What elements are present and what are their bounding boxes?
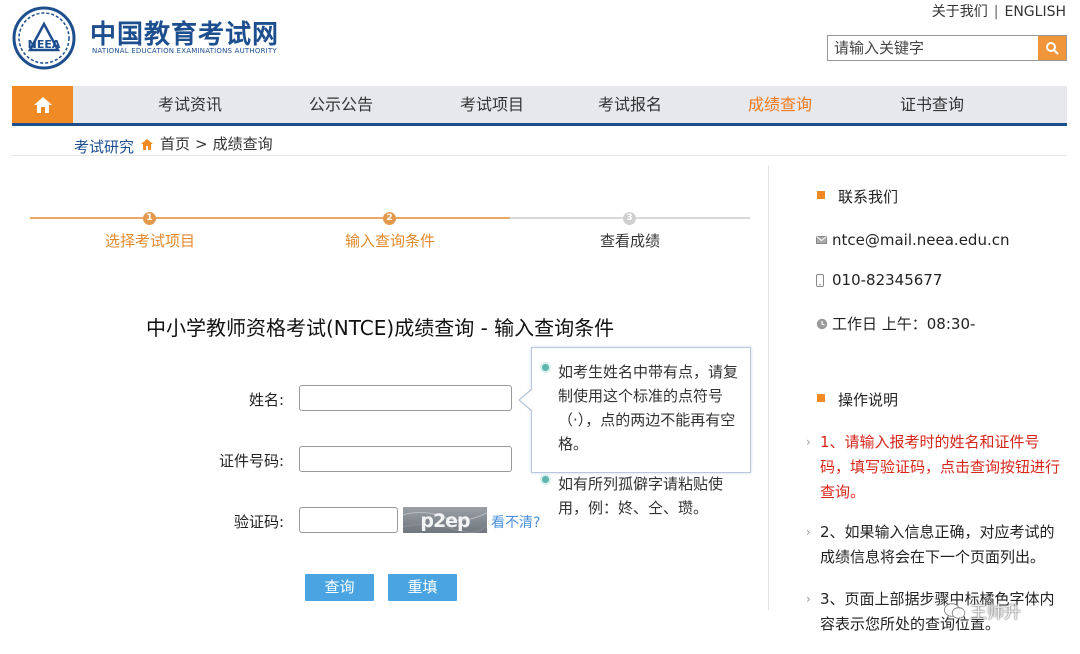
search-input[interactable] — [828, 36, 1038, 60]
tooltip-arrow-fill — [520, 389, 533, 411]
captcha-input[interactable] — [299, 507, 398, 533]
neea-logo[interactable]: NEEA — [12, 6, 76, 70]
top-link-separator: | — [993, 4, 999, 20]
guide-item: › 1、请输入报考时的姓名和证件号码，填写验证码，点击查询按钮进行查询。 — [806, 430, 1068, 505]
step-2-dot: 2 — [383, 212, 396, 225]
mail-icon — [816, 236, 828, 244]
section-marker-icon — [817, 191, 825, 199]
nav-item-registration[interactable]: 考试报名 — [598, 86, 662, 123]
name-label: 姓名: — [248, 391, 284, 409]
brand-subtitle: NATIONAL EDUCATION EXAMINATIONS AUTHORIT… — [92, 47, 277, 55]
contact-email-row: ntce@mail.neea.edu.cn — [816, 231, 1009, 249]
search-box — [827, 35, 1067, 61]
watermark-text: 王帅升 — [970, 603, 1021, 623]
captcha-refresh-link[interactable]: 看不清? — [491, 512, 540, 532]
query-button[interactable]: 查询 — [305, 574, 374, 601]
name-input[interactable] — [299, 385, 512, 411]
guide-title: 操作说明 — [838, 391, 899, 409]
sidebar-divider — [768, 165, 769, 610]
nav-item-certificate-query[interactable]: 证书查询 — [900, 86, 964, 123]
guide-item: › 3、页面上部据步骤中标橘色字体内容表示您所处的查询位置。 — [806, 587, 1068, 637]
step-3-dot: 3 — [623, 212, 636, 225]
steps-progress-done — [30, 217, 510, 219]
captcha-label: 验证码: — [233, 513, 284, 531]
contact-hours-row: 工作日 上午：08:30- — [816, 313, 975, 334]
step-3-label: 查看成绩 — [599, 232, 660, 250]
chevron-right-icon: › — [806, 592, 811, 606]
search-button[interactable] — [1038, 36, 1066, 60]
breadcrumb-current: 成绩查询 — [212, 135, 273, 153]
nav-item-announcements[interactable]: 公示公告 — [309, 86, 373, 123]
contact-phone-row: 010-82345677 — [816, 271, 942, 289]
guide-item: › 2、如果输入信息正确，对应考试的成绩信息将会在下一个页面列出。 — [806, 520, 1068, 570]
exam-research-link[interactable]: 考试研究 — [74, 136, 134, 157]
breadcrumb-home[interactable]: 首页 — [160, 135, 190, 153]
nav-home-button[interactable] — [12, 86, 73, 123]
logo-text: NEEA — [28, 38, 61, 51]
brand-title[interactable]: 中国教育考试网 — [90, 14, 279, 51]
contact-phone: 010-82345677 — [832, 271, 943, 289]
watermark: 王帅升 — [944, 598, 1021, 623]
form-title: 中小学教师资格考试(NTCE)成绩查询 - 输入查询条件 — [146, 316, 615, 340]
nav-item-exam-projects[interactable]: 考试项目 — [460, 86, 524, 123]
step-1-dot: 1 — [143, 212, 156, 225]
tooltip-bullet-icon — [540, 362, 551, 373]
nav-item-score-query[interactable]: 成绩查询 — [748, 86, 812, 123]
step-2-label: 输入查询条件 — [344, 232, 435, 250]
clock-icon — [816, 318, 828, 330]
english-link[interactable]: ENGLISH — [1004, 4, 1066, 20]
chevron-right-icon: › — [806, 435, 811, 449]
contact-title: 联系我们 — [838, 188, 899, 206]
contact-hours: 工作日 上午：08:30- — [832, 315, 976, 333]
breadcrumb-home-icon — [140, 136, 154, 155]
reset-button[interactable]: 重填 — [388, 574, 457, 601]
phone-icon — [816, 273, 828, 287]
breadcrumb: 首页 > 成绩查询 — [160, 133, 273, 154]
about-us-link[interactable]: 关于我们 — [932, 4, 988, 20]
id-number-input[interactable] — [299, 446, 512, 472]
captcha-text: p2ep — [420, 510, 470, 532]
tooltip-rare-char-hint: 如有所列孤僻字请粘贴使用，例：㚵、仝、瓒。 — [558, 475, 724, 517]
step-1-label: 选择考试项目 — [104, 232, 195, 250]
tooltip-dot-hint: 如考生姓名中带有点，请复制使用这个标准的点符号（·），点的两边不能再有空格。 — [558, 363, 739, 453]
breadcrumb-separator: > — [195, 135, 208, 153]
main-nav: 考试资讯 公示公告 考试项目 考试报名 成绩查询 证书查询 — [12, 86, 1067, 126]
contact-email[interactable]: ntce@mail.neea.edu.cn — [832, 231, 1009, 249]
search-icon — [1046, 42, 1059, 55]
captcha-image[interactable]: p2ep — [403, 507, 487, 533]
divider — [12, 155, 1067, 156]
nav-item-exam-news[interactable]: 考试资讯 — [158, 86, 222, 123]
wechat-icon — [944, 602, 966, 619]
id-number-label: 证件号码: — [218, 452, 284, 470]
section-marker-icon — [817, 394, 825, 402]
home-icon — [33, 96, 52, 113]
chevron-right-icon: › — [806, 525, 811, 539]
top-links: 关于我们 | ENGLISH — [932, 1, 1066, 21]
tooltip-bullet-icon — [540, 474, 551, 485]
